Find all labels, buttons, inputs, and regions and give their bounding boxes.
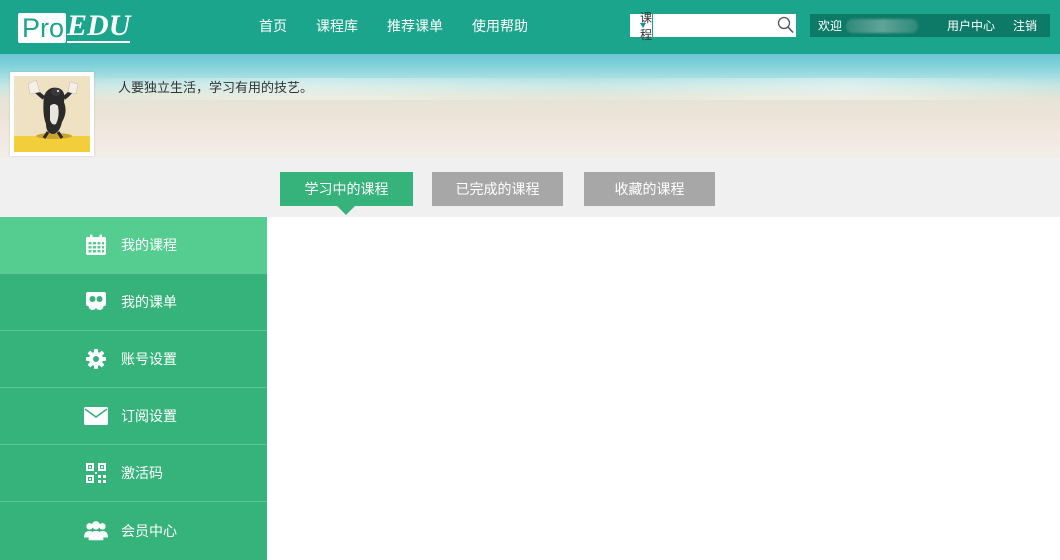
username-blurred xyxy=(846,18,919,33)
calendar-icon xyxy=(84,233,108,257)
users-icon xyxy=(84,519,108,543)
sidebar-item-account-settings[interactable]: 账号设置 xyxy=(0,331,267,388)
sidebar-item-activation-code[interactable]: 激活码 xyxy=(0,445,267,502)
sidebar-item-label: 我的课程 xyxy=(121,238,177,254)
sidebar-item-my-courses[interactable]: 我的课程 xyxy=(0,217,267,274)
sidebar-item-subscription-settings[interactable]: 订阅设置 xyxy=(0,388,267,445)
search-box: 课程 xyxy=(630,11,813,42)
top-navbar: Pro EDU 首页 课程库 推荐课单 使用帮助 课程 欢迎 用户中心 注销 xyxy=(0,0,1060,54)
search-type-select[interactable]: 课程 xyxy=(630,11,654,42)
logo-pro-text: Pro xyxy=(18,13,67,43)
nav-course-library[interactable]: 课程库 xyxy=(316,17,358,37)
envelope-icon xyxy=(84,404,108,428)
tab-favorites[interactable]: 收藏的课程 xyxy=(584,172,715,206)
sidebar-item-label: 订阅设置 xyxy=(121,409,177,425)
welcome-text: 欢迎 xyxy=(818,19,843,33)
user-area: 欢迎 用户中心 注销 xyxy=(810,14,1050,37)
gear-icon xyxy=(84,347,108,371)
search-icon[interactable] xyxy=(777,16,794,34)
sidebar-item-label: 我的课单 xyxy=(121,295,177,311)
user-center-link[interactable]: 用户中心 xyxy=(947,17,995,34)
sidebar-item-label: 激活码 xyxy=(121,466,163,482)
logo[interactable]: Pro EDU xyxy=(18,9,131,43)
sidebar-item-my-course-lists[interactable]: 我的课单 xyxy=(0,274,267,331)
sidebar: 我的课程 我的课单 账号设置 订阅设置 激活码 会员中心 xyxy=(0,217,267,560)
main-nav: 首页 课程库 推荐课单 使用帮助 xyxy=(259,17,557,37)
dropdown-caret-icon xyxy=(640,23,647,28)
qr-code-icon xyxy=(84,461,108,485)
sidebar-item-member-center[interactable]: 会员中心 xyxy=(0,502,267,559)
profile-motto: 人要独立生活，学习有用的技艺。 xyxy=(118,81,314,96)
tab-completed[interactable]: 已完成的课程 xyxy=(432,172,563,206)
profile-banner xyxy=(0,54,1060,168)
avatar-image xyxy=(14,76,90,152)
logout-link[interactable]: 注销 xyxy=(1013,17,1037,34)
sidebar-item-label: 账号设置 xyxy=(121,352,177,368)
active-tab-pointer xyxy=(337,206,355,215)
avatar[interactable] xyxy=(10,72,94,156)
main-content xyxy=(267,217,1060,560)
course-list-icon xyxy=(84,290,108,314)
logo-edu-text: EDU xyxy=(67,9,131,43)
nav-recommended-lists[interactable]: 推荐课单 xyxy=(387,17,443,37)
nav-home[interactable]: 首页 xyxy=(259,17,287,37)
tab-learning[interactable]: 学习中的课程 xyxy=(280,172,413,206)
nav-help[interactable]: 使用帮助 xyxy=(472,17,528,37)
sidebar-item-label: 会员中心 xyxy=(121,523,177,540)
